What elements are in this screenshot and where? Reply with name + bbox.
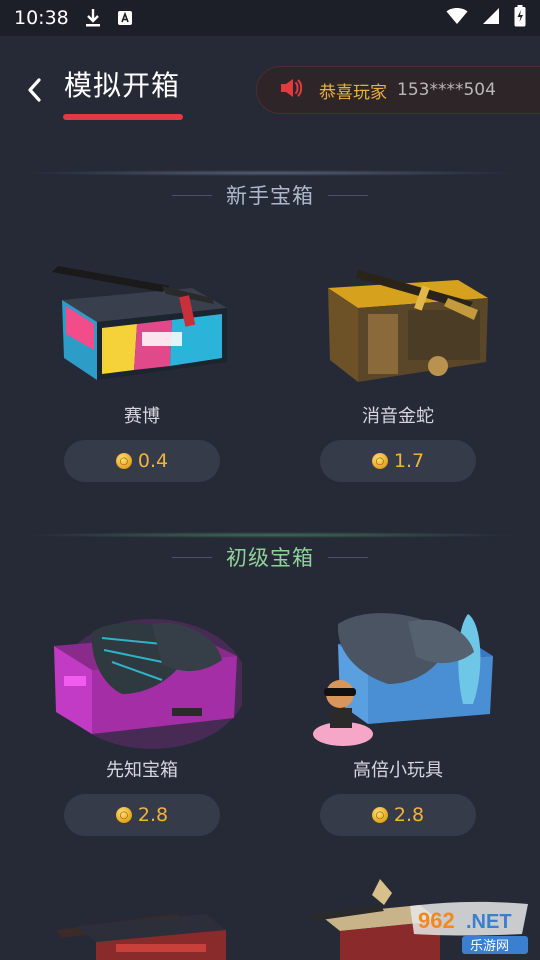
cellular-signal-icon xyxy=(482,7,500,30)
crate-card-golden-snake[interactable]: 消音金蛇 ○ 1.7 xyxy=(288,250,508,482)
crate-price: 1.7 xyxy=(393,450,425,472)
section-primary-crates: 初级宝箱 xyxy=(0,532,540,582)
header: 模拟开箱 恭喜玩家 153****504 xyxy=(0,36,540,136)
status-time: 10:38 xyxy=(14,7,69,29)
coin-icon: ○ xyxy=(115,807,132,823)
crate-image-high-power-toy xyxy=(298,604,498,754)
crate-card-high-power-toy[interactable]: 高倍小玩具 ○ 2.8 xyxy=(288,604,508,836)
crate-price: 2.8 xyxy=(393,804,425,826)
watermark-logo: 962 .NET 乐游网 xyxy=(404,900,534,956)
divider xyxy=(328,556,368,558)
title-underline xyxy=(63,114,183,120)
section-header: 新手宝箱 xyxy=(0,170,540,220)
chevron-left-icon xyxy=(28,78,41,102)
svg-text:962: 962 xyxy=(418,908,455,933)
crate-name: 先知宝箱 xyxy=(106,760,178,781)
crate-image-cyber xyxy=(42,250,242,400)
svg-text:.NET: .NET xyxy=(466,911,512,933)
divider xyxy=(172,194,212,196)
coin-icon: ○ xyxy=(371,453,388,469)
crate-image-golden-snake xyxy=(298,250,498,400)
open-crate-price-button[interactable]: ○ 2.8 xyxy=(320,794,476,836)
open-crate-price-button[interactable]: ○ 0.4 xyxy=(64,440,220,482)
battery-charging-icon xyxy=(514,4,526,32)
notice-player-id: 153****504 xyxy=(397,80,496,100)
crate-image-partial[interactable] xyxy=(56,900,226,960)
page-title: 模拟开箱 xyxy=(64,69,181,102)
download-icon xyxy=(83,8,103,28)
coin-icon: ○ xyxy=(371,807,388,823)
back-button[interactable] xyxy=(20,74,48,106)
notice-prefix: 恭喜玩家 xyxy=(319,82,387,103)
coin-icon: ○ xyxy=(115,453,132,469)
winner-notice-banner: 恭喜玩家 153****504 xyxy=(256,66,540,114)
status-bar: 10:38 xyxy=(0,0,540,36)
crate-price: 0.4 xyxy=(137,450,169,472)
section-newbie-crates: 新手宝箱 xyxy=(0,170,540,220)
section-title: 初级宝箱 xyxy=(226,546,314,570)
divider xyxy=(328,194,368,196)
crate-name: 消音金蛇 xyxy=(362,406,434,427)
crate-price: 2.8 xyxy=(137,804,169,826)
section-header: 初级宝箱 xyxy=(0,532,540,582)
open-crate-price-button[interactable]: ○ 1.7 xyxy=(320,440,476,482)
speaker-icon xyxy=(279,77,303,103)
crate-name: 高倍小玩具 xyxy=(353,760,443,781)
open-crate-price-button[interactable]: ○ 2.8 xyxy=(64,794,220,836)
crate-card-prophet[interactable]: 先知宝箱 ○ 2.8 xyxy=(32,604,252,836)
wifi-icon xyxy=(446,7,468,30)
crate-card-cyber[interactable]: 赛博 ○ 0.4 xyxy=(32,250,252,482)
section-glow xyxy=(20,170,520,176)
section-glow xyxy=(20,532,520,538)
svg-text:乐游网: 乐游网 xyxy=(470,939,509,954)
section-title: 新手宝箱 xyxy=(226,184,314,208)
crate-name: 赛博 xyxy=(124,406,160,427)
crate-image-prophet xyxy=(42,604,247,754)
app-notification-icon xyxy=(115,8,135,28)
divider xyxy=(172,556,212,558)
